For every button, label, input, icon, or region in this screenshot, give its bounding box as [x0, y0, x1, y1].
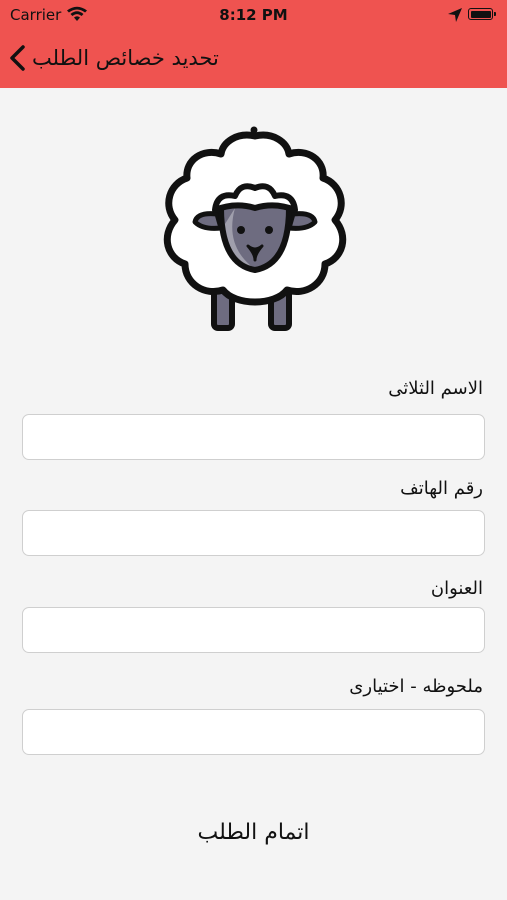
back-button[interactable]: تحديد خصائص الطلب	[8, 42, 219, 74]
notes-input[interactable]	[22, 709, 485, 755]
address-label: العنوان	[430, 578, 483, 599]
full-name-input[interactable]	[22, 414, 485, 460]
status-time: 8:12 PM	[219, 6, 288, 24]
chevron-left-icon	[10, 45, 25, 71]
phone-input[interactable]	[22, 510, 485, 556]
battery-icon	[468, 8, 496, 20]
notes-label: ملحوظه - اختيارى	[349, 676, 483, 697]
address-input[interactable]	[22, 607, 485, 653]
location-arrow-icon	[448, 8, 462, 22]
sheep-icon	[163, 126, 347, 331]
status-bar: Carrier 8:12 PM	[0, 0, 507, 30]
phone-label: رقم الهاتف	[400, 478, 483, 499]
full-name-label: الاسم الثلاثى	[388, 378, 483, 399]
page-title: تحديد خصائص الطلب	[32, 46, 219, 70]
top-bar: Carrier 8:12 PM تحديد خصائص الطلب	[0, 0, 507, 88]
complete-order-button[interactable]: اتمام الطلب	[0, 812, 507, 852]
navigation-bar: تحديد خصائص الطلب	[0, 38, 507, 78]
